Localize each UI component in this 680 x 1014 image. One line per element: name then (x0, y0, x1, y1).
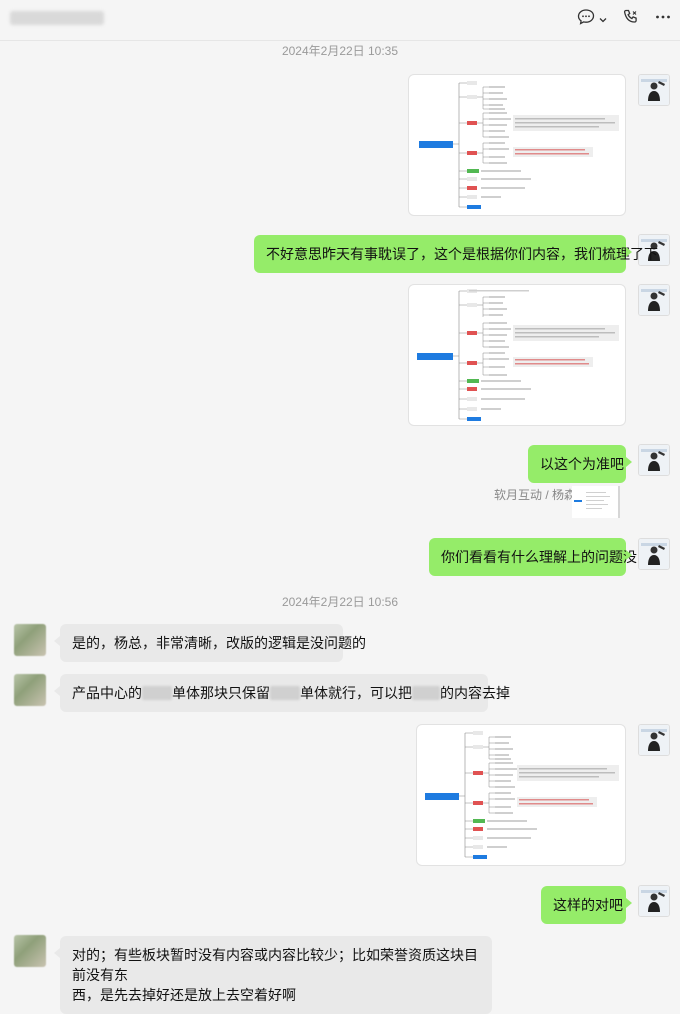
message-bubble[interactable]: 这样的对吧 (541, 886, 632, 924)
message-bubble[interactable]: 不好意思昨天有事耽误了，这个是根据你们内容，我们梳理了下 (254, 235, 658, 273)
avatar[interactable] (14, 624, 46, 656)
redacted-text (270, 686, 300, 700)
quote-thumbnail[interactable] (572, 486, 620, 518)
message-bubble[interactable]: 以这个为准吧 (528, 445, 632, 483)
message-text-part: 单体就行，可以把 (300, 685, 412, 701)
redacted-text (142, 686, 172, 700)
chevron-down-icon[interactable] (598, 12, 608, 30)
avatar[interactable] (638, 538, 670, 570)
message-text-part: 的内容去掉 (440, 685, 510, 701)
message-text-part: 单体那块只保留 (172, 685, 270, 701)
mindmap-image[interactable] (416, 724, 626, 866)
quote-label: 软月互动 / 杨森: (494, 488, 580, 502)
message-line: 西，是先去掉好还是放上去空着好啊 (72, 987, 296, 1003)
avatar[interactable] (638, 444, 670, 476)
more-icon[interactable] (654, 8, 672, 31)
mindmap-image[interactable] (408, 74, 626, 216)
redacted-text (412, 686, 440, 700)
chat-icon[interactable] (577, 8, 595, 31)
chat-header (0, 0, 680, 41)
quoted-message[interactable]: 软月互动 / 杨森: (494, 484, 626, 520)
avatar[interactable] (638, 724, 670, 756)
avatar[interactable] (638, 885, 670, 917)
avatar[interactable] (638, 284, 670, 316)
avatar[interactable] (14, 935, 46, 967)
avatar[interactable] (14, 674, 46, 706)
timestamp: 2024年2月22日 10:35 (281, 44, 399, 58)
message-bubble[interactable]: 是的，杨总，非常清晰，改版的逻辑是没问题的 (54, 624, 366, 662)
message-bubble[interactable]: 产品中心的 单体那块只保留 单体就行，可以把 的内容去掉 (54, 674, 510, 712)
message-text-part: 产品中心的 (72, 685, 142, 701)
timestamp: 2024年2月22日 10:56 (281, 595, 399, 609)
message-bubble[interactable]: 你们看看有什么理解上的问题没 (429, 538, 637, 576)
avatar[interactable] (638, 74, 670, 106)
chat-title-redacted (10, 11, 104, 25)
mindmap-image[interactable] (408, 284, 626, 426)
message-bubble[interactable]: 对的；有些板块暂时没有内容或内容比较少；比如荣誉资质这块目前没有东 西，是先去掉… (54, 936, 492, 1014)
message-line: 对的；有些板块暂时没有内容或内容比较少；比如荣誉资质这块目前没有东 (72, 947, 478, 983)
phone-icon[interactable] (622, 8, 640, 31)
